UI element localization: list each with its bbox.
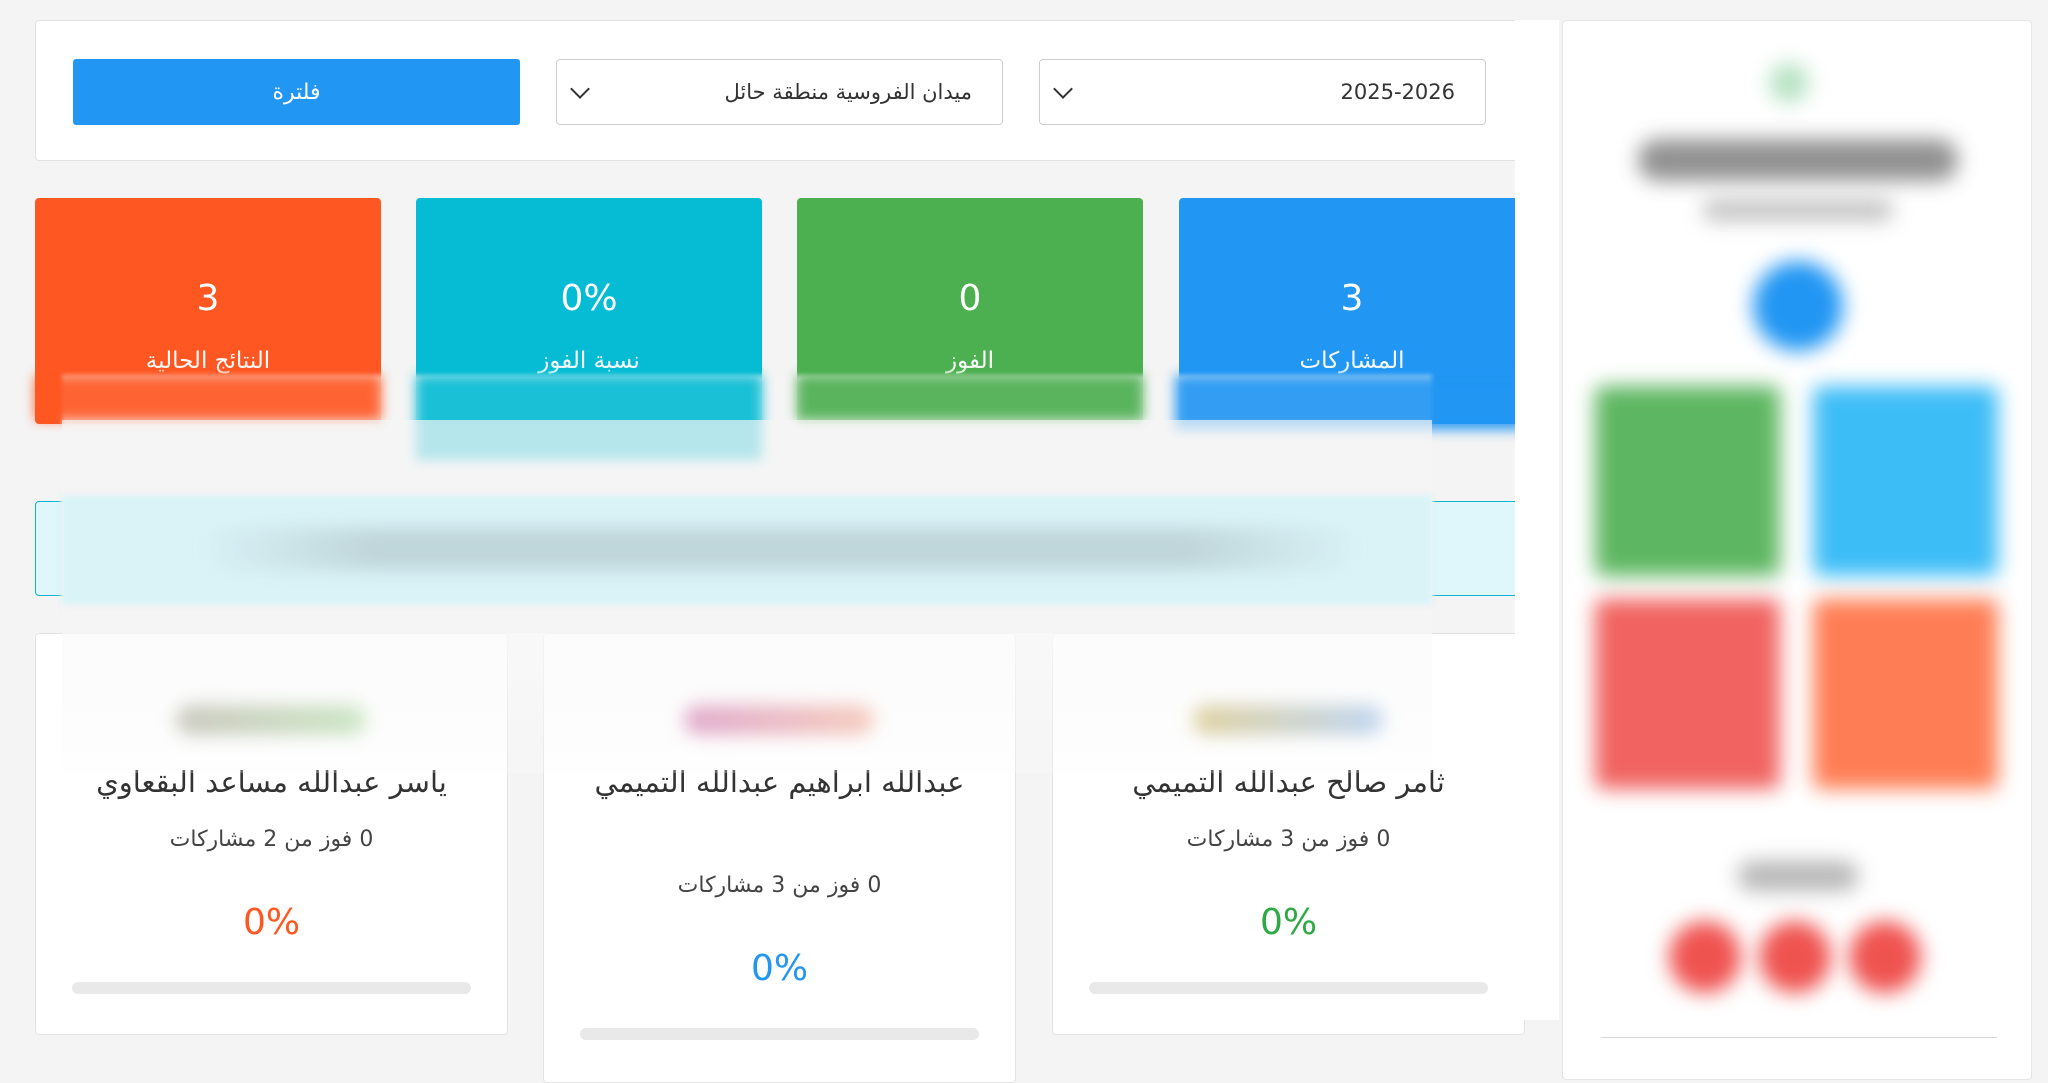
logo-icon: [1769, 63, 1809, 103]
rider-summary: 0 فوز من 3 مشاركات: [1186, 827, 1391, 852]
divider: [1601, 1037, 1997, 1038]
filter-button[interactable]: فلترة: [73, 59, 520, 125]
info-alert-text: [200, 528, 1360, 570]
sidebar-stat-card: [1595, 386, 1780, 576]
sidebar-stat-card: [1595, 599, 1780, 789]
avatar: [1753, 261, 1843, 351]
profile-subtitle: [1703, 199, 1893, 221]
progress-bar: [1089, 982, 1488, 994]
stat-label-current-results: النتائج الحالية: [145, 348, 271, 374]
venue-select-value: ميدان الفروسية منطقة حائل: [724, 80, 973, 104]
result-dot: [1759, 921, 1831, 993]
blurred-card-base: [797, 375, 1143, 420]
sidebar-stat-card: [1813, 599, 1998, 789]
stat-label-participations: المشاركات: [1299, 348, 1405, 374]
season-select[interactable]: 2025-2026: [1039, 59, 1486, 125]
stat-value: 0%: [560, 278, 618, 319]
stat-value: 3: [196, 278, 220, 319]
progress-bar: [580, 1028, 979, 1040]
sidebar-stat-card: [1813, 386, 1998, 576]
filter-panel: 2025-2026 ميدان الفروسية منطقة حائل فلتر…: [35, 20, 1525, 161]
progress-bar: [72, 982, 471, 994]
rider-summary: 0 فوز من 3 مشاركات: [677, 873, 882, 898]
rider-win-percent: 0%: [242, 902, 301, 943]
rider-win-percent: 0%: [1259, 902, 1318, 943]
divider: [1515, 20, 1559, 1020]
stat-value: 0: [958, 278, 982, 319]
venue-select[interactable]: ميدان الفروسية منطقة حائل: [556, 59, 1003, 125]
stat-value: 3: [1340, 278, 1364, 319]
result-dot: [1669, 921, 1741, 993]
stat-label-win-rate: نسبة الفوز: [538, 348, 640, 374]
sidebar-section-title: [1738, 861, 1858, 891]
rider-win-percent: 0%: [750, 948, 809, 989]
rider-summary: 0 فوز من 2 مشاركات: [169, 827, 374, 852]
blurred-card-base: [35, 375, 381, 420]
profile-name: [1638, 139, 1958, 181]
blurred-overlay: [62, 633, 1432, 773]
profile-sidebar: [1562, 20, 2032, 1080]
stat-label-wins: الفوز: [945, 348, 995, 374]
season-select-value: 2025-2026: [1340, 80, 1455, 104]
result-dot: [1849, 921, 1921, 993]
